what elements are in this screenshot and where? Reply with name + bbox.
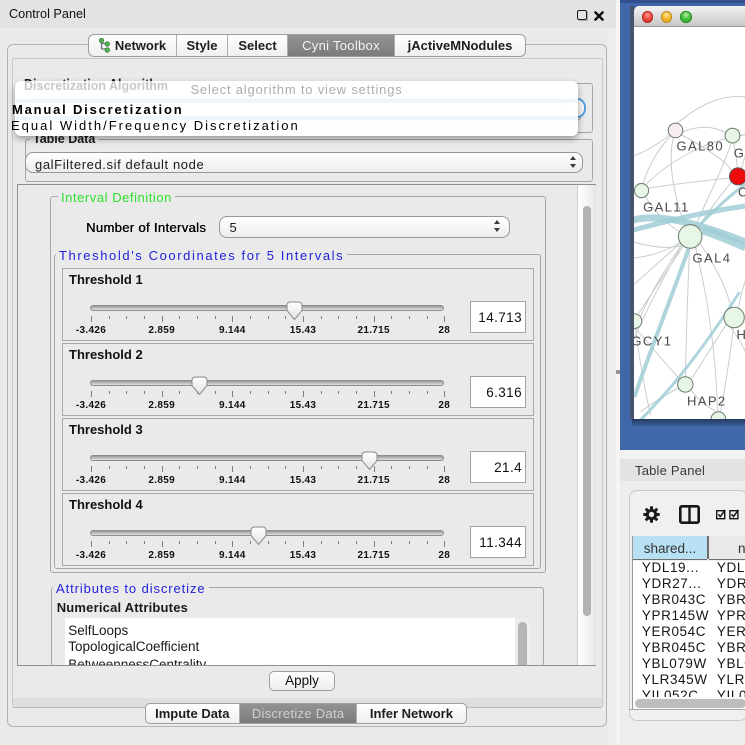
svg-text:H: H <box>736 327 745 342</box>
svg-text:C: C <box>738 185 745 200</box>
svg-text:GAL4: GAL4 <box>692 251 731 266</box>
svg-text:HAP2: HAP2 <box>687 394 727 409</box>
svg-text:G.: G. <box>733 146 745 161</box>
svg-text:GAL11: GAL11 <box>643 200 690 215</box>
svg-text:GAL80: GAL80 <box>676 139 723 154</box>
svg-text:GCY1: GCY1 <box>634 333 672 348</box>
